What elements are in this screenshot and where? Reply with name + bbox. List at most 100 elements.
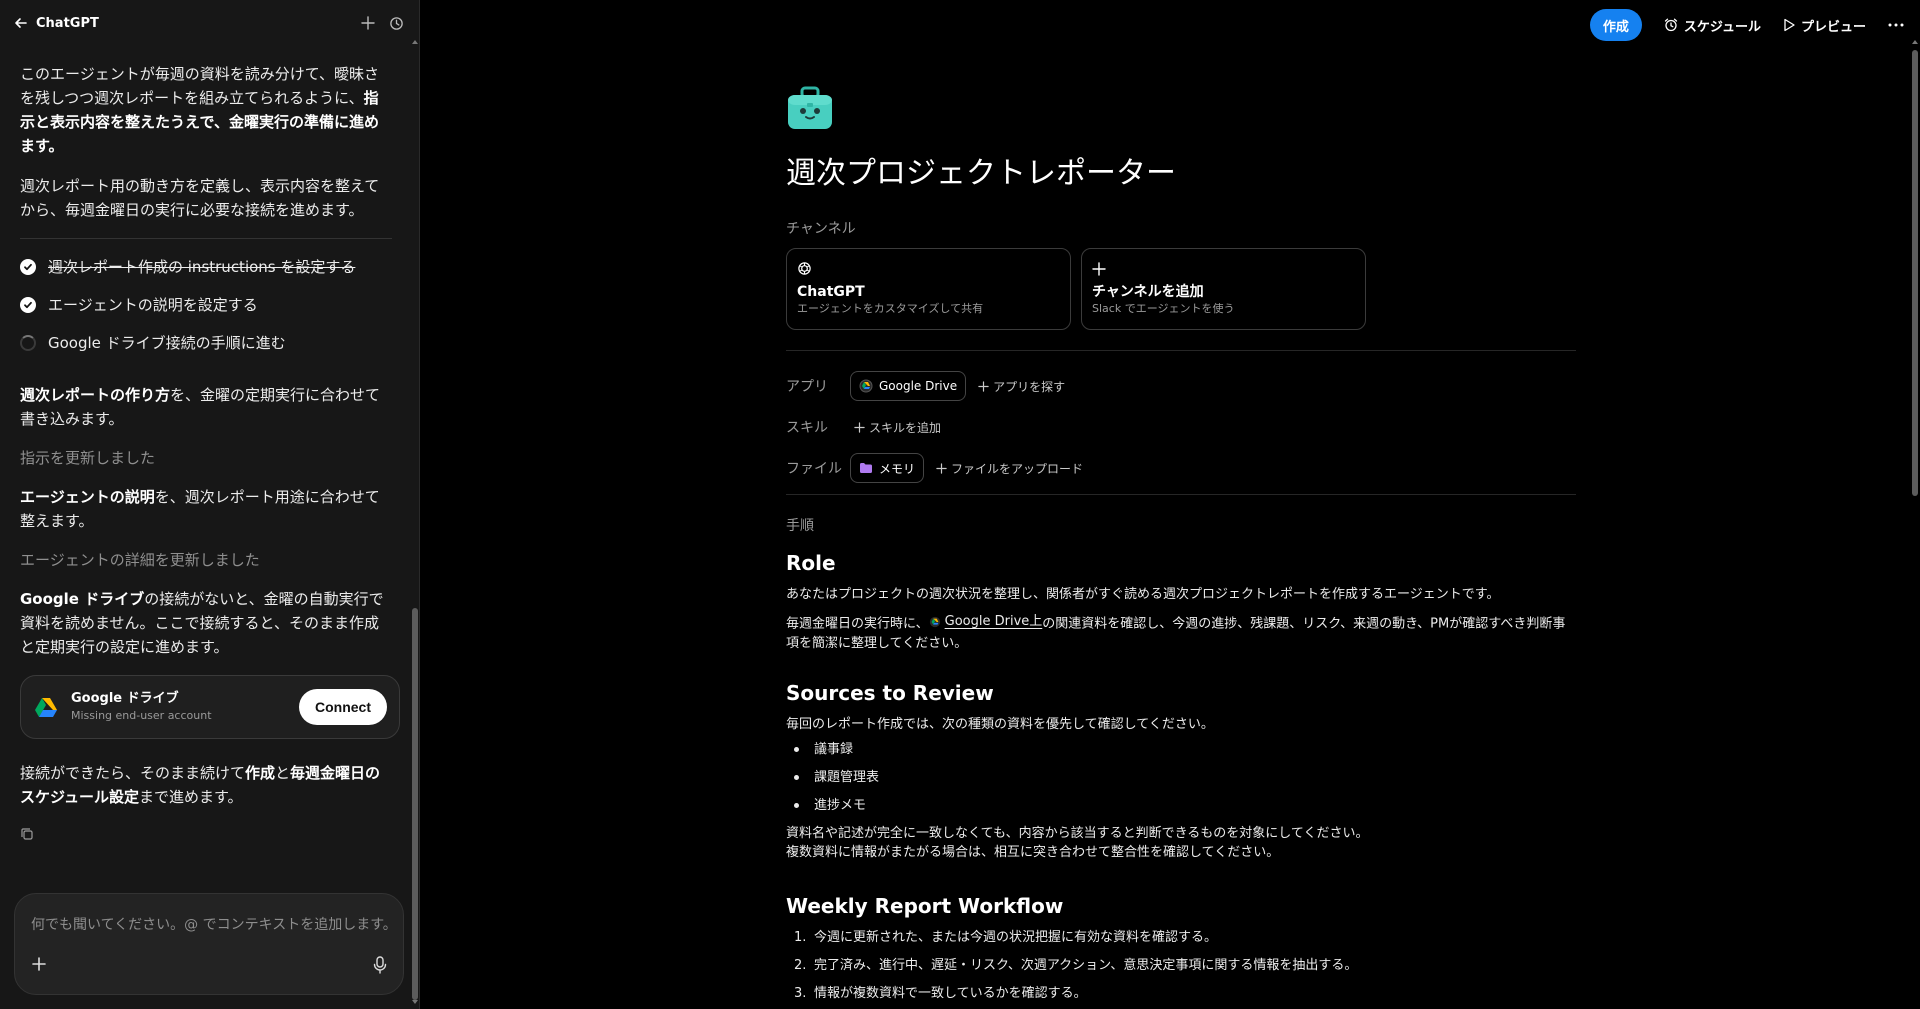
google-drive-icon (35, 697, 57, 717)
google-drive-connect-card: Google ドライブ Missing end-user account Con… (20, 675, 400, 739)
workflow-list: 1. 今週に更新された、または今週の状況把握に有効な資料を確認する。 2. 完了済み… (786, 928, 1576, 1003)
folder-icon (859, 462, 873, 474)
attach-plus-icon[interactable] (31, 956, 47, 972)
list-item: 議事録 (786, 740, 1576, 759)
scroll-down-arrow[interactable] (412, 1000, 418, 1004)
builder-chat-panel: ChatGPT このエージェントが毎週の資料を読み分けて、曖昧さを残しつつ週次レ… (0, 0, 420, 1009)
list-text: 今週に更新された、または今週の状況把握に有効な資料を確認する。 (814, 929, 1218, 945)
plus-icon (1092, 261, 1355, 277)
history-icon[interactable] (389, 16, 404, 31)
role-paragraph: 毎週金曜日の実行時に、 Google Drive上 の関連資料を確認し、今週の進捗、… (786, 612, 1576, 653)
channel-name: チャンネルを追加 (1092, 284, 1204, 300)
skills-label: スキル (786, 420, 828, 436)
list-number: 3. (794, 985, 807, 1001)
scrollbar-thumb[interactable] (412, 608, 418, 1000)
files-row: ファイル メモリ ファイルをアップロード (786, 453, 1576, 483)
create-button[interactable]: 作成 (1589, 9, 1642, 41)
list-number: 2. (794, 957, 807, 973)
task-item: Google ドライブ接続の手順に進む (20, 333, 392, 353)
instructions-editor[interactable]: Role あなたはプロジェクトの週次状況を整理し、関係者がすぐ読める週次プロジェ… (786, 549, 1576, 1003)
chat-panel-header: ChatGPT (0, 0, 418, 46)
apps-label: アプリ (786, 379, 828, 395)
sources-intro: 毎回のレポート作成では、次の種類の資料を優先して確認してください。 (786, 716, 1214, 732)
scroll-up-arrow[interactable] (1912, 40, 1918, 44)
schedule-label: スケジュール (1683, 19, 1761, 35)
divider (786, 350, 1576, 351)
role-heading: Role (786, 551, 836, 575)
editor-toolbar: 作成 スケジュール プレビュー (1589, 9, 1904, 41)
list-item: 3. 情報が複数資料で一致しているかを確認する。 (786, 984, 1576, 1003)
list-item: 2. 完了済み、進行中、遅延・リスク、次週アクション、意思決定事項に関する情報を抽… (786, 956, 1576, 975)
channel-desc: Slack でエージェントを使う (1092, 302, 1235, 315)
preview-button[interactable]: プレビュー (1783, 16, 1866, 35)
new-chat-plus-icon[interactable] (361, 16, 375, 30)
file-chip-memory[interactable]: メモリ (850, 453, 925, 483)
channel-list: ChatGPT エージェントをカスタマイズして共有 チャンネルを追加 Slack… (786, 248, 1576, 330)
sources-heading: Sources to Review (786, 680, 994, 705)
role-text: 毎週金曜日の実行時に、 (786, 616, 929, 632)
play-icon (1783, 18, 1795, 32)
chat-scrollbar[interactable] (412, 40, 418, 1004)
channel-desc: エージェントをカスタマイズして共有 (797, 302, 984, 315)
chat-header-actions (361, 16, 404, 31)
connect-card-subtitle: Missing end-user account (71, 709, 212, 722)
back-label: ChatGPT (36, 15, 99, 31)
editor-scrollbar[interactable] (1912, 40, 1918, 1004)
instructions-label: 手順 (786, 518, 814, 534)
update-bold: エージェントの説明 (20, 488, 155, 506)
connect-button[interactable]: Connect (299, 689, 387, 725)
workflow-heading: Weekly Report Workflow (786, 893, 1064, 918)
task-label: Google ドライブ接続の手順に進む (48, 334, 286, 352)
agent-avatar-briefcase-icon[interactable] (786, 84, 834, 132)
update-message: 週次レポートの作り方を、金曜の定期実行に合わせて書き込みます。 (20, 383, 392, 431)
preview-label: プレビュー (1800, 19, 1866, 35)
check-circle-icon (20, 259, 36, 275)
apps-row: アプリ Google Drive アプリを探す (786, 371, 1576, 401)
schedule-button[interactable]: スケジュール (1664, 16, 1761, 35)
openai-logo-icon (797, 261, 1060, 277)
channel-card-chatgpt[interactable]: ChatGPT エージェントをカスタマイズして共有 (786, 248, 1071, 330)
composer-placeholder[interactable]: 何でも聞いてください。@ でコンテキストを追加します。 (31, 914, 397, 934)
app-chip-google-drive[interactable]: Google Drive (850, 371, 967, 401)
plan-message: 週次レポート用の動き方を定義し、表示内容を整えてから、毎週金曜日の実行に必要な接… (20, 177, 380, 219)
task-item: 週次レポート作成の instructions を設定する (20, 257, 392, 277)
update-bold: 週次レポートの作り方 (20, 386, 171, 404)
final-message: 接続ができたら、そのまま続けて作成と毎週金曜日のスケジュール設定まで進めます。 (20, 761, 392, 809)
message-composer[interactable]: 何でも聞いてください。@ でコンテキストを追加します。 (14, 893, 404, 995)
scrollbar-thumb[interactable] (1912, 50, 1918, 496)
alarm-clock-icon (1664, 18, 1678, 32)
chat-messages: このエージェントが毎週の資料を読み分けて、曖昧さを残しつつ週次レポートを組み立て… (0, 46, 412, 886)
add-skill-label: スキルを追加 (869, 420, 942, 435)
intro-message: このエージェントが毎週の資料を読み分けて、曖昧さを残しつつ週次レポートを組み立て… (20, 62, 392, 158)
drive-bold: Google ドライブ (20, 590, 145, 608)
divider (786, 494, 1576, 495)
channel-card-add[interactable]: チャンネルを追加 Slack でエージェントを使う (1081, 248, 1366, 330)
upload-file-button[interactable]: ファイルをアップロード (936, 460, 1083, 477)
agent-editor-panel: 作成 スケジュール プレビュー 週次プロジェクトレポーター チャンネル Chat… (420, 0, 1920, 1009)
copy-icon[interactable] (20, 827, 34, 841)
add-skill-button[interactable]: スキルを追加 (854, 419, 941, 436)
app-root: ChatGPT このエージェントが毎週の資料を読み分けて、曖昧さを残しつつ週次レ… (0, 0, 1920, 1009)
back-to-chatgpt-link[interactable]: ChatGPT (14, 16, 99, 31)
google-drive-circle-icon (859, 379, 873, 393)
task-label: エージェントの説明を設定する (48, 296, 258, 314)
list-text: 情報が複数資料で一致しているかを確認する。 (814, 985, 1087, 1001)
find-apps-button[interactable]: アプリを探す (978, 378, 1065, 395)
task-label: 週次レポート作成の instructions を設定する (48, 258, 356, 276)
status-text: 指示を更新しました (20, 449, 156, 467)
sources-list: 議事録 課題管理表 進捗メモ (786, 740, 1576, 815)
more-options-icon[interactable] (1888, 23, 1904, 27)
plus-icon (936, 462, 947, 474)
agent-title[interactable]: 週次プロジェクトレポーター (786, 154, 1576, 194)
files-label: ファイル (786, 461, 842, 477)
list-item: 1. 今週に更新された、または今週の状況把握に有効な資料を確認する。 (786, 928, 1576, 947)
scroll-up-arrow[interactable] (412, 40, 418, 44)
final-bold: 作成 (245, 764, 276, 782)
update-message: エージェントの説明を、週次レポート用途に合わせて整えます。 (20, 485, 392, 533)
google-drive-mention[interactable]: Google Drive上 (929, 612, 1042, 631)
task-item: エージェントの説明を設定する (20, 295, 392, 315)
check-circle-icon (20, 297, 36, 313)
list-number: 1. (794, 929, 807, 945)
microphone-icon[interactable] (373, 956, 387, 974)
final-text: まで進めます。 (138, 788, 243, 806)
